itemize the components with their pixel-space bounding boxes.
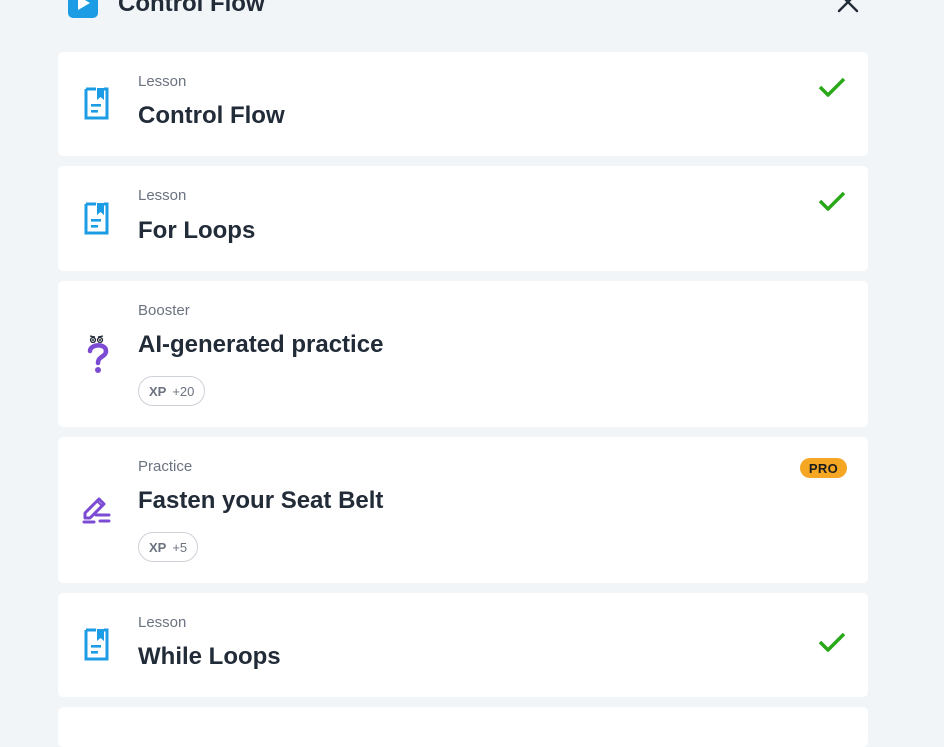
practice-card-seat-belt[interactable]: Practice Fasten your Seat Belt PRO XP +5 [58, 437, 868, 583]
item-title: AI-generated practice [138, 331, 384, 358]
item-title: For Loops [138, 217, 256, 244]
item-title: Fasten your Seat Belt [138, 487, 384, 514]
lesson-card-while-loops[interactable]: Lesson While Loops [58, 593, 868, 697]
next-card[interactable] [58, 707, 868, 747]
lesson-card-for-loops[interactable]: Lesson For Loops [58, 166, 868, 271]
item-type-label: Practice [138, 458, 193, 475]
item-type-label: Booster [138, 302, 190, 319]
question-mark-icon [86, 335, 112, 380]
xp-label: XP [149, 539, 167, 555]
pro-badge: PRO [799, 458, 847, 478]
item-type-label: Lesson [138, 614, 187, 631]
xp-value: +20 [172, 383, 195, 399]
close-icon[interactable] [836, 0, 860, 14]
check-icon [818, 631, 846, 658]
lesson-card-control-flow[interactable]: Lesson Control Flow [58, 52, 868, 156]
check-icon [818, 76, 846, 103]
module-header: Control Flow [58, 0, 868, 26]
play-icon [68, 0, 98, 18]
lesson-document-icon [82, 628, 112, 667]
xp-label: XP [149, 383, 167, 399]
xp-badge: XP +20 [138, 376, 206, 406]
item-type-label: Lesson [138, 187, 187, 204]
booster-card-ai-practice[interactable]: Booster AI-generated practice XP +20 [58, 281, 868, 427]
xp-value: +5 [172, 539, 188, 555]
module-title: Control Flow [118, 0, 265, 17]
item-title: Control Flow [138, 102, 285, 129]
check-icon [818, 190, 846, 217]
item-title: While Loops [138, 643, 281, 670]
xp-badge: XP +5 [138, 532, 199, 562]
lesson-document-icon [82, 87, 112, 126]
item-type-label: Lesson [138, 73, 187, 90]
lesson-document-icon [82, 202, 112, 241]
pencil-icon [82, 494, 114, 529]
